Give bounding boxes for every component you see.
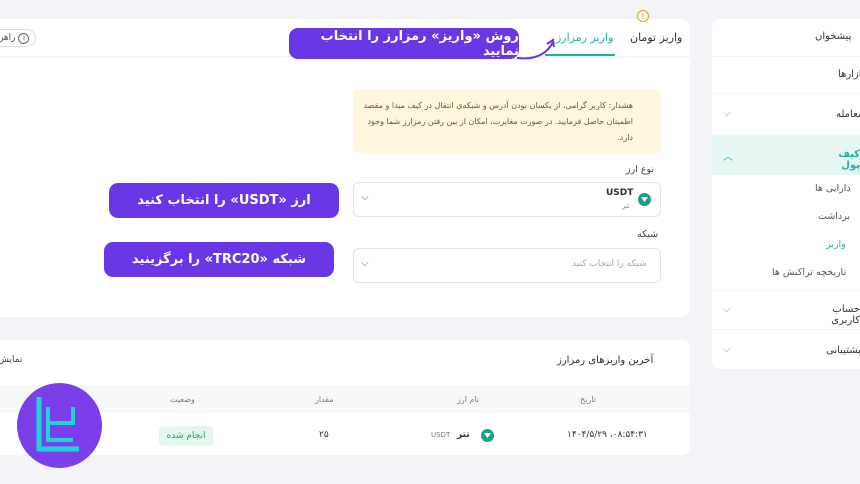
chevron-down-icon: ⌵ xyxy=(723,108,731,119)
warning-icon: ! xyxy=(637,10,649,22)
sidebar-item-markets[interactable]: بازارها xyxy=(838,69,860,80)
sidebar-item-support[interactable]: پشتیبانی xyxy=(826,345,860,356)
chevron-down-icon: ⌵ xyxy=(723,304,731,315)
logo-mark-icon xyxy=(36,397,79,452)
currency-symbol: USDT xyxy=(606,188,634,198)
brand-logo xyxy=(17,383,102,468)
callout-network: شبکه «TRC20» را برگزینید xyxy=(104,242,334,277)
sidebar-sub-withdraw[interactable]: برداشت xyxy=(818,211,850,222)
sidebar-divider xyxy=(712,329,860,330)
network-placeholder: شبکه را انتخاب کنید xyxy=(572,259,647,269)
recent-title: آخرین واریزهای رمزارز xyxy=(557,355,654,366)
sidebar-sub-deposit[interactable]: واریز xyxy=(826,239,846,250)
sidebar-sub-history[interactable]: تاریخچه تراکنش ها xyxy=(772,267,846,278)
tether-icon xyxy=(638,193,651,206)
sidebar-divider xyxy=(712,56,860,57)
row-amount: ۲۵ xyxy=(319,430,329,440)
tab-toman-deposit[interactable]: واریز تومان xyxy=(630,31,682,44)
currency-label: نوع ارز xyxy=(626,164,655,175)
sidebar-item-dashboard[interactable]: پیشخوان xyxy=(815,31,851,42)
show-all-link[interactable]: نمایش xyxy=(0,355,22,365)
row-currency-name: تتر xyxy=(457,430,470,440)
help-label: راهن xyxy=(0,33,16,43)
sidebar-divider xyxy=(712,93,860,94)
status-badge: انجام شده xyxy=(159,426,213,446)
chevron-down-icon: ⌵ xyxy=(723,344,731,355)
arrow-icon xyxy=(516,38,555,60)
warning-text: هشدار: کاربر گرامی، از یکسان بودن آدرس و… xyxy=(363,101,633,142)
col-status: وضعیت xyxy=(170,395,195,404)
chevron-up-icon: ︿ xyxy=(723,152,733,163)
chevron-down-icon: ⌵ xyxy=(361,258,369,269)
row-currency-symbol: USDT xyxy=(431,431,451,439)
network-label: شبکه xyxy=(637,229,659,240)
callout-method: روش «واریز» رمزارز را انتخاب نمایید xyxy=(289,28,519,59)
sidebar-item-account[interactable]: حساب کاربری xyxy=(812,304,860,326)
col-amount: مقدار xyxy=(315,395,334,404)
sidebar-item-trade[interactable]: معامله xyxy=(836,109,860,120)
sidebar-divider xyxy=(712,290,860,291)
currency-name: تتر xyxy=(622,202,630,210)
tether-icon xyxy=(481,429,494,442)
sidebar-item-wallet[interactable]: کیف پول xyxy=(828,149,860,171)
col-currency: نام ارز xyxy=(457,395,480,404)
warning-box: هشدار: کاربر گرامی، از یکسان بودن آدرس و… xyxy=(353,89,661,153)
sidebar-sub-assets[interactable]: دارایی ها xyxy=(815,183,851,194)
callout-currency: ارز «USDT» را انتخاب کنید xyxy=(109,183,339,218)
chevron-down-icon: ⌵ xyxy=(361,192,369,203)
row-date: ۱۴۰۴/۵/۲۹ ،۰۸:۵۴:۳۱ xyxy=(567,430,648,440)
info-icon: i xyxy=(18,32,30,44)
col-date: تاریخ xyxy=(580,395,596,404)
help-button[interactable]: راهن i xyxy=(0,29,37,47)
